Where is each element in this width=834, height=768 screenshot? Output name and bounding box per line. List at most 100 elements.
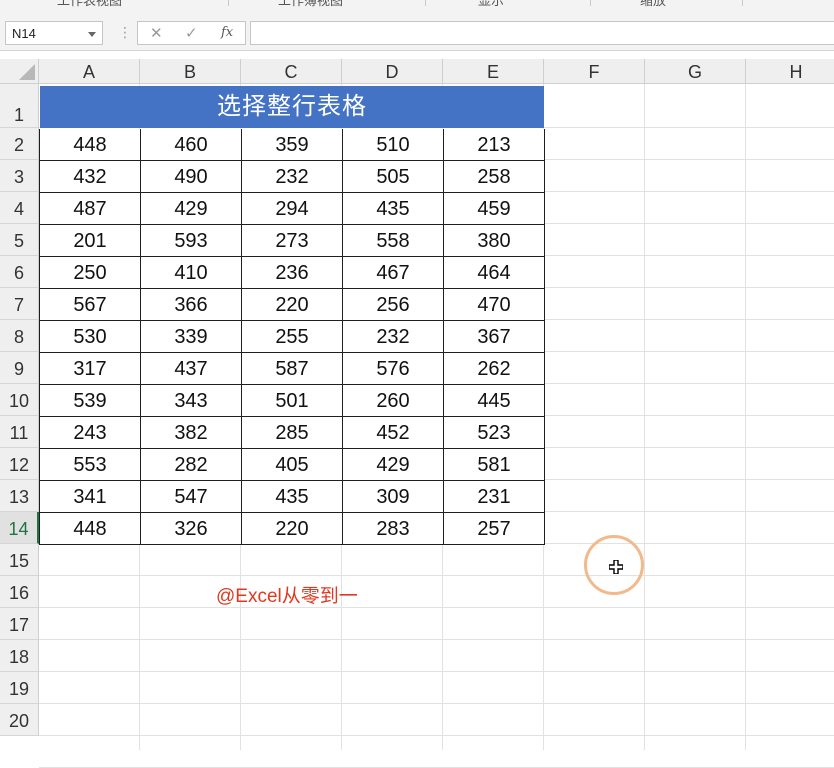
cell-B7[interactable]: 366: [141, 289, 242, 321]
cell-D6[interactable]: 467: [343, 257, 444, 289]
cell-C10[interactable]: 501: [242, 385, 343, 417]
row-header-14[interactable]: 14: [0, 512, 39, 544]
cell-A12[interactable]: 553: [39, 449, 141, 481]
cell-A11[interactable]: 243: [39, 417, 141, 449]
row-header-6[interactable]: 6: [0, 256, 39, 288]
cell-C2[interactable]: 359: [242, 129, 343, 161]
row-header-18[interactable]: 18: [0, 640, 39, 672]
cancel-icon[interactable]: ✕: [150, 24, 163, 42]
cell-A9[interactable]: 317: [39, 353, 141, 385]
cell-E6[interactable]: 464: [444, 257, 545, 289]
cell-E2[interactable]: 213: [444, 129, 545, 161]
column-header-D[interactable]: D: [342, 59, 443, 84]
row-header-2[interactable]: 2: [0, 128, 39, 160]
cell-B10[interactable]: 343: [141, 385, 242, 417]
cell-C6[interactable]: 236: [242, 257, 343, 289]
row-header-4[interactable]: 4: [0, 192, 39, 224]
cell-C13[interactable]: 435: [242, 481, 343, 513]
cell-B9[interactable]: 437: [141, 353, 242, 385]
cell-E3[interactable]: 258: [444, 161, 545, 193]
row-header-5[interactable]: 5: [0, 224, 39, 256]
row-header-17[interactable]: 17: [0, 608, 39, 640]
row-header-15[interactable]: 15: [0, 544, 39, 576]
cell-A3[interactable]: 432: [39, 161, 141, 193]
cell-D2[interactable]: 510: [343, 129, 444, 161]
select-all-button[interactable]: [0, 59, 39, 84]
cell-D13[interactable]: 309: [343, 481, 444, 513]
column-header-H[interactable]: H: [746, 59, 834, 84]
cell-C11[interactable]: 285: [242, 417, 343, 449]
cell-A7[interactable]: 567: [39, 289, 141, 321]
cell-D4[interactable]: 435: [343, 193, 444, 225]
cell-E9[interactable]: 262: [444, 353, 545, 385]
chevron-down-icon[interactable]: [88, 32, 96, 37]
cell-A2[interactable]: 448: [39, 129, 141, 161]
row-header-7[interactable]: 7: [0, 288, 39, 320]
cell-A13[interactable]: 341: [39, 481, 141, 513]
row-header-10[interactable]: 10: [0, 384, 39, 416]
cell-E10[interactable]: 445: [444, 385, 545, 417]
cell-E11[interactable]: 523: [444, 417, 545, 449]
cell-E8[interactable]: 367: [444, 321, 545, 353]
cell-D14[interactable]: 283: [343, 513, 444, 545]
column-header-F[interactable]: F: [544, 59, 645, 84]
cell-D5[interactable]: 558: [343, 225, 444, 257]
formula-input[interactable]: [250, 21, 834, 45]
row-header-1[interactable]: 1: [0, 84, 39, 128]
cell-C7[interactable]: 220: [242, 289, 343, 321]
cell-D11[interactable]: 452: [343, 417, 444, 449]
cell-D10[interactable]: 260: [343, 385, 444, 417]
cell-D8[interactable]: 232: [343, 321, 444, 353]
row-header-19[interactable]: 19: [0, 672, 39, 704]
enter-icon[interactable]: ✓: [185, 24, 198, 42]
table-title-cell[interactable]: 选择整行表格: [40, 86, 544, 128]
cell-E5[interactable]: 380: [444, 225, 545, 257]
cell-B8[interactable]: 339: [141, 321, 242, 353]
cell-B2[interactable]: 460: [141, 129, 242, 161]
cell-C3[interactable]: 232: [242, 161, 343, 193]
row-header-16[interactable]: 16: [0, 576, 39, 608]
cell-C5[interactable]: 273: [242, 225, 343, 257]
cell-C14[interactable]: 220: [242, 513, 343, 545]
cell-A8[interactable]: 530: [39, 321, 141, 353]
cell-B13[interactable]: 547: [141, 481, 242, 513]
column-header-G[interactable]: G: [645, 59, 746, 84]
row-header-11[interactable]: 11: [0, 416, 39, 448]
cell-A10[interactable]: 539: [39, 385, 141, 417]
cell-D9[interactable]: 576: [343, 353, 444, 385]
cell-D3[interactable]: 505: [343, 161, 444, 193]
cell-B14[interactable]: 326: [141, 513, 242, 545]
cell-E7[interactable]: 470: [444, 289, 545, 321]
column-header-C[interactable]: C: [241, 59, 342, 84]
row-header-12[interactable]: 12: [0, 448, 39, 480]
name-box[interactable]: N14: [5, 21, 103, 45]
cell-A6[interactable]: 250: [39, 257, 141, 289]
cell-C4[interactable]: 294: [242, 193, 343, 225]
cell-A5[interactable]: 201: [39, 225, 141, 257]
cell-B12[interactable]: 282: [141, 449, 242, 481]
cell-C8[interactable]: 255: [242, 321, 343, 353]
row-header-20[interactable]: 20: [0, 704, 39, 736]
row-header-3[interactable]: 3: [0, 160, 39, 192]
cell-A4[interactable]: 487: [39, 193, 141, 225]
column-header-B[interactable]: B: [140, 59, 241, 84]
insert-function-icon[interactable]: fx: [221, 25, 233, 40]
cell-B4[interactable]: 429: [141, 193, 242, 225]
drag-handle-icon[interactable]: ⋮: [118, 23, 132, 41]
cell-E12[interactable]: 581: [444, 449, 545, 481]
cell-B3[interactable]: 490: [141, 161, 242, 193]
row-header-8[interactable]: 8: [0, 320, 39, 352]
row-header-9[interactable]: 9: [0, 352, 39, 384]
cell-E4[interactable]: 459: [444, 193, 545, 225]
cell-D7[interactable]: 256: [343, 289, 444, 321]
cell-A14[interactable]: 448: [39, 513, 141, 545]
cell-D12[interactable]: 429: [343, 449, 444, 481]
cell-B11[interactable]: 382: [141, 417, 242, 449]
cell-E13[interactable]: 231: [444, 481, 545, 513]
cell-E14[interactable]: 257: [444, 513, 545, 545]
cell-C9[interactable]: 587: [242, 353, 343, 385]
cell-B5[interactable]: 593: [141, 225, 242, 257]
cell-C12[interactable]: 405: [242, 449, 343, 481]
cell-B6[interactable]: 410: [141, 257, 242, 289]
column-header-A[interactable]: A: [39, 59, 140, 84]
